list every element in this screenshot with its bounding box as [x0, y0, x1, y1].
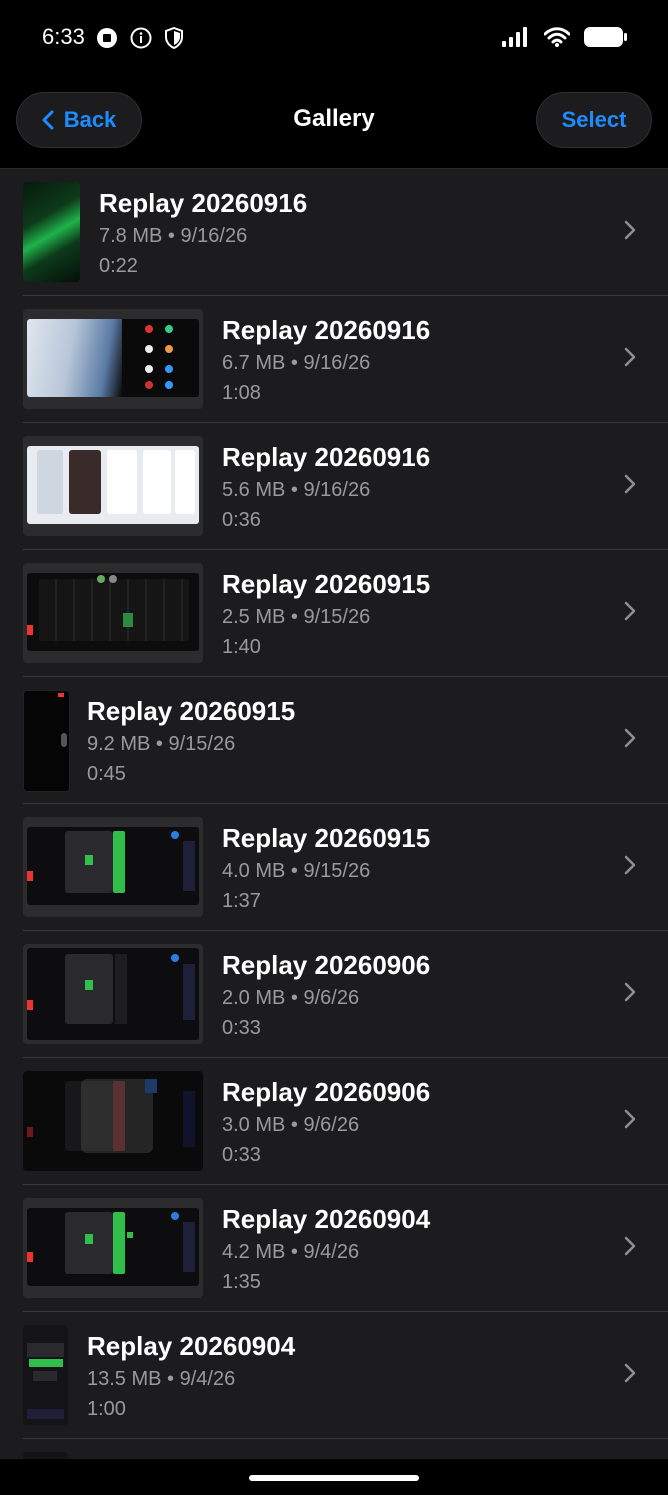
video-thumbnail [23, 944, 203, 1044]
item-title: Replay 20260904 [222, 1204, 431, 1234]
chevron-right-icon [624, 347, 636, 372]
item-duration: 0:33 [222, 1144, 261, 1166]
video-thumbnail [23, 1452, 68, 1459]
chevron-right-icon [624, 728, 636, 753]
item-duration: 0:36 [222, 509, 261, 531]
gallery-list: Replay 20260916 7.8 MB • 9/16/26 0:22 Re… [0, 169, 668, 1459]
info-icon [130, 27, 152, 54]
item-meta: 7.8 MB • 9/16/26 [99, 225, 248, 247]
video-thumbnail [23, 817, 203, 917]
chevron-right-icon [624, 220, 636, 245]
item-title: Replay 20260915 [87, 696, 296, 726]
video-thumbnail [23, 309, 203, 409]
chevron-right-icon [624, 982, 636, 1007]
item-meta: 4.0 MB • 9/15/26 [222, 860, 371, 882]
home-bar [0, 1459, 668, 1495]
item-title: Replay 20260916 [99, 188, 308, 218]
item-meta: 6.7 MB • 9/16/26 [222, 352, 371, 374]
wifi-icon [543, 27, 571, 52]
video-thumbnail [23, 1071, 203, 1171]
list-item[interactable]: Replay 20260904 4.2 MB • 9/4/26 1:35 [0, 1185, 668, 1312]
item-meta: 13.5 MB • 9/4/26 [87, 1368, 236, 1390]
item-meta: 3.0 MB • 9/6/26 [222, 1114, 360, 1136]
item-title: Replay 20260906 [222, 950, 431, 980]
list-item[interactable]: Replay 20260916 5.6 MB • 9/16/26 0:36 [0, 423, 668, 550]
list-item[interactable]: Replay 20260916 7.8 MB • 9/16/26 0:22 [0, 169, 668, 296]
video-thumbnail [23, 1325, 68, 1425]
item-title: Replay 20260904 [87, 1331, 296, 1361]
battery-icon [584, 26, 628, 53]
item-title: Replay 20260906 [222, 1077, 431, 1107]
chevron-right-icon [624, 855, 636, 880]
list-item[interactable]: Replay 20260915 4.0 MB • 9/15/26 1:37 [0, 804, 668, 931]
list-item[interactable] [0, 1439, 668, 1459]
status-bar: 6:33 [0, 0, 668, 80]
item-meta: 2.5 MB • 9/15/26 [222, 606, 371, 628]
signal-icon [502, 27, 530, 52]
item-meta: 5.6 MB • 9/16/26 [222, 479, 371, 501]
list-item[interactable]: Replay 20260904 13.5 MB • 9/4/26 1:00 [0, 1312, 668, 1439]
video-thumbnail [23, 182, 80, 282]
video-thumbnail [23, 436, 203, 536]
item-title: Replay 20260915 [222, 823, 431, 853]
item-duration: 0:45 [87, 763, 126, 785]
record-icon [96, 27, 118, 54]
item-duration: 1:00 [87, 1398, 126, 1420]
video-thumbnail [23, 1198, 203, 1298]
item-title: Replay 20260915 [222, 569, 431, 599]
item-duration: 0:33 [222, 1017, 261, 1039]
list-item[interactable]: Replay 20260915 2.5 MB • 9/15/26 1:40 [0, 550, 668, 677]
item-title: Replay 20260916 [222, 442, 431, 472]
item-meta: 9.2 MB • 9/15/26 [87, 733, 236, 755]
select-button[interactable]: Select [536, 92, 652, 148]
chevron-right-icon [624, 1236, 636, 1261]
list-item[interactable]: Replay 20260906 3.0 MB • 9/6/26 0:33 [0, 1058, 668, 1185]
chevron-right-icon [624, 474, 636, 499]
item-duration: 1:08 [222, 382, 261, 404]
chevron-right-icon [624, 1109, 636, 1134]
item-duration: 1:35 [222, 1271, 261, 1293]
home-indicator[interactable] [249, 1475, 419, 1481]
item-duration: 0:22 [99, 255, 138, 277]
item-meta: 4.2 MB • 9/4/26 [222, 1241, 360, 1263]
item-duration: 1:37 [222, 890, 261, 912]
list-item[interactable]: Replay 20260915 9.2 MB • 9/15/26 0:45 [0, 677, 668, 804]
shield-icon [164, 26, 184, 54]
chevron-right-icon [624, 1363, 636, 1388]
item-title: Replay 20260916 [222, 315, 431, 345]
status-time: 6:33 [42, 24, 85, 49]
item-duration: 1:40 [222, 636, 261, 658]
video-thumbnail [23, 690, 70, 792]
video-thumbnail [23, 563, 203, 663]
nav-bar: Back Gallery Select [0, 80, 668, 169]
list-item[interactable]: Replay 20260916 6.7 MB • 9/16/26 1:08 [0, 296, 668, 423]
item-meta: 2.0 MB • 9/6/26 [222, 987, 360, 1009]
list-item[interactable]: Replay 20260906 2.0 MB • 9/6/26 0:33 [0, 931, 668, 1058]
chevron-right-icon [624, 601, 636, 626]
